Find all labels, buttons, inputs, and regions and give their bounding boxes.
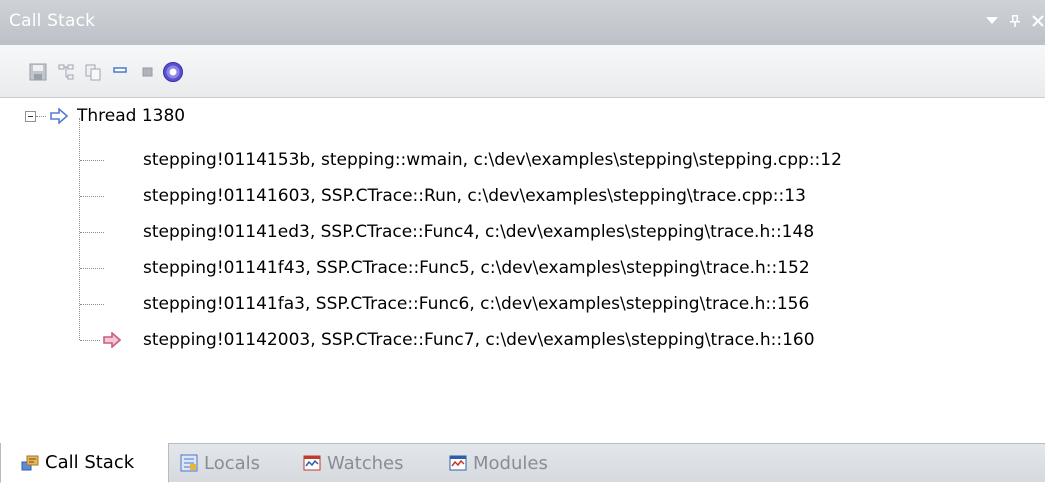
stack-frame-row[interactable]: stepping!01141603, SSP.CTrace::Run, c:\d…: [143, 178, 806, 214]
tab-locals[interactable]: Locals: [180, 444, 260, 482]
call-stack-icon: [21, 454, 39, 472]
close-icon[interactable]: [1027, 10, 1045, 32]
tree-connector: [80, 232, 104, 233]
stack-frame-row[interactable]: stepping!0114153b, stepping::wmain, c:\d…: [143, 142, 842, 178]
dash-icon[interactable]: [109, 61, 131, 83]
dropdown-arrow-icon[interactable]: [981, 10, 1003, 32]
help-icon[interactable]: [162, 61, 184, 83]
save-icon[interactable]: [27, 61, 49, 83]
copy-icon[interactable]: [82, 61, 104, 83]
watches-icon: [303, 454, 321, 472]
tab-label: Watches: [327, 452, 404, 474]
thread-label: Thread 1380: [77, 106, 186, 126]
stack-frame-row[interactable]: stepping!01141fa3, SSP.CTrace::Func6, c:…: [143, 286, 809, 322]
stop-icon[interactable]: [137, 61, 159, 83]
tree-connector: [79, 118, 80, 340]
tab-call-stack[interactable]: Call Stack: [0, 443, 169, 483]
bottom-tab-bar: Call Stack Locals Watches Modules: [0, 443, 1045, 483]
tab-modules[interactable]: Modules: [449, 444, 548, 482]
tab-label: Call Stack: [45, 452, 135, 473]
current-frame-arrow-icon: [103, 331, 122, 353]
tab-label: Modules: [473, 452, 548, 474]
stack-frame-row-current[interactable]: stepping!01142003, SSP.CTrace::Func7, c:…: [143, 322, 815, 358]
tree-connector: [80, 160, 104, 161]
call-stack-tree: Thread 1380 stepping!0114153b, stepping:…: [0, 98, 1045, 443]
toolbar: [0, 45, 1045, 98]
tab-label: Locals: [204, 452, 261, 474]
tab-watches[interactable]: Watches: [303, 444, 404, 482]
pin-icon[interactable]: [1004, 10, 1026, 32]
tree-row-thread[interactable]: Thread 1380: [0, 98, 1045, 134]
tree-connector: [80, 196, 104, 197]
tree-connector: [80, 268, 104, 269]
tree-connector: [80, 340, 100, 341]
modules-icon: [449, 454, 467, 472]
locals-icon: [180, 454, 198, 472]
hierarchy-icon[interactable]: [55, 61, 77, 83]
panel-title-bar: Call Stack: [0, 0, 1045, 45]
thread-arrow-icon: [50, 98, 69, 134]
panel-title: Call Stack: [9, 11, 96, 31]
stack-frame-row[interactable]: stepping!01141f43, SSP.CTrace::Func5, c:…: [143, 250, 810, 286]
tree-connector: [80, 304, 104, 305]
stack-frame-row[interactable]: stepping!01141ed3, SSP.CTrace::Func4, c:…: [143, 214, 814, 250]
